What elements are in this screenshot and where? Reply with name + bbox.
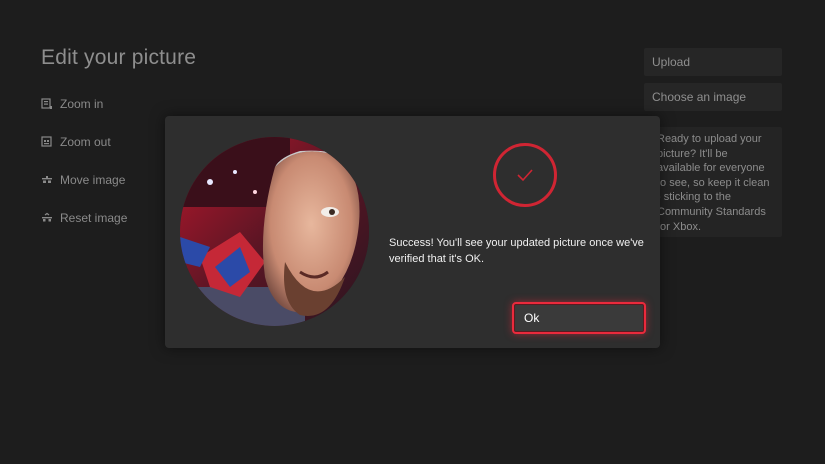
zoom-out-icon (41, 136, 53, 148)
profile-picture-preview (180, 137, 369, 326)
success-message: Success! You'll see your updated picture… (389, 237, 644, 265)
reset-image-label: Reset image (60, 211, 128, 225)
edit-picture-page: Edit your picture Zoom in Zoom out Move … (0, 0, 825, 464)
choose-image-button[interactable]: Choose an image (644, 83, 782, 111)
move-image-button[interactable]: Move image (41, 170, 127, 190)
zoom-in-label: Zoom in (60, 97, 104, 111)
move-image-label: Move image (60, 173, 126, 187)
zoom-in-button[interactable]: Zoom in (41, 94, 127, 114)
zoom-out-label: Zoom out (60, 135, 111, 149)
success-dialog: Success! You'll see your updated picture… (165, 116, 660, 348)
reset-image-icon (41, 212, 53, 224)
zoom-out-button[interactable]: Zoom out (41, 132, 127, 152)
checkmark-icon (517, 169, 533, 182)
upload-info-text: Ready to upload your picture? It'll be a… (644, 127, 782, 237)
edit-tools-list: Zoom in Zoom out Move image Reset image (41, 94, 127, 246)
move-image-icon (41, 174, 53, 186)
page-title: Edit your picture (41, 46, 197, 69)
upload-button[interactable]: Upload (644, 48, 782, 76)
ok-button[interactable]: Ok (512, 302, 646, 334)
zoom-in-icon (41, 98, 53, 110)
success-status (493, 143, 557, 207)
reset-image-button[interactable]: Reset image (41, 208, 127, 228)
